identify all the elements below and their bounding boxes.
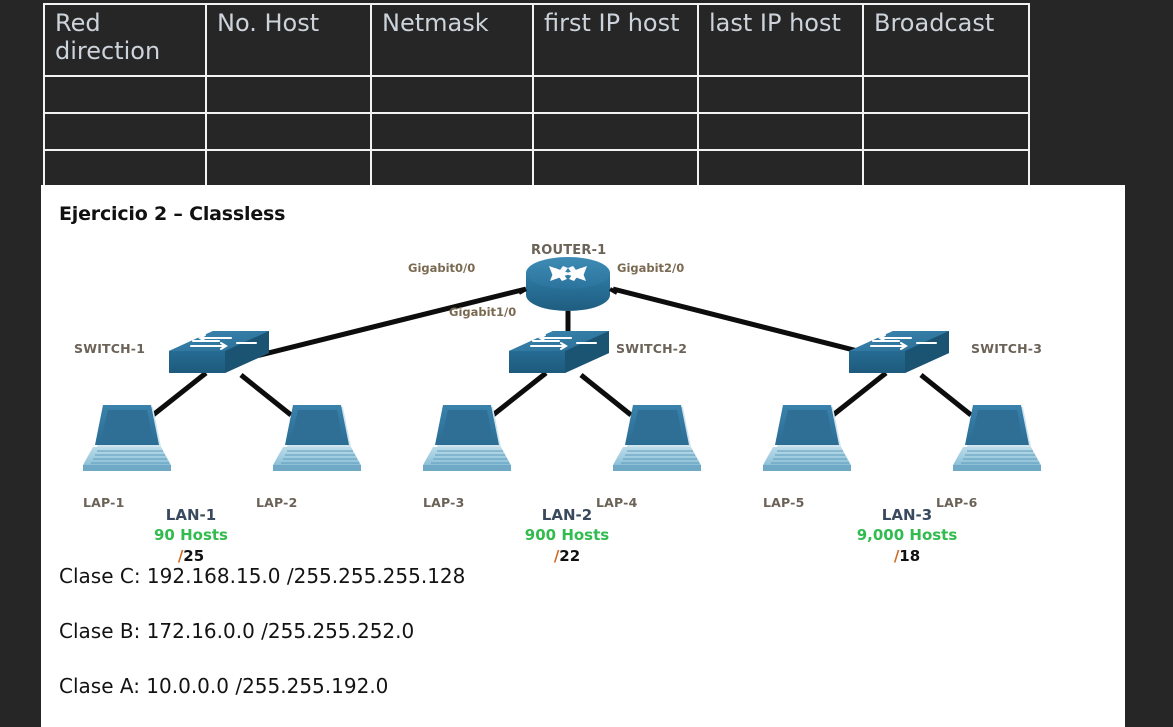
lan-1-hosts: 90 Hosts — [154, 526, 228, 545]
class-lines-group: Clase C: 192.168.15.0 /255.255.255.128 C… — [59, 564, 1059, 727]
table-cell[interactable] — [532, 112, 699, 151]
screenshot-root: Red direction No. Host Netmask first IP … — [0, 0, 1173, 727]
table-cell[interactable] — [205, 112, 372, 151]
lan-3-cidr: /18 — [827, 546, 987, 566]
lan-3-prefix: 18 — [899, 546, 921, 565]
switch-3-icon[interactable] — [849, 331, 949, 373]
lan-1-block: LAN-1 90 Hosts /25 — [111, 505, 271, 566]
lan-1-name: LAN-1 — [165, 506, 217, 524]
page-title: Ejercicio 2 – Classless — [59, 203, 286, 225]
router-1-icon[interactable] — [518, 257, 618, 311]
table-cell[interactable] — [43, 75, 207, 114]
link-switch3-lap5 — [831, 371, 888, 417]
link-router-switch1 — [227, 286, 527, 366]
switch-1-icon[interactable] — [169, 331, 269, 373]
lap-2-icon[interactable] — [273, 405, 361, 471]
lan-1-cidr: /25 — [111, 546, 271, 566]
lan-1-prefix: 25 — [183, 546, 205, 565]
table-header-row: Red direction No. Host Netmask first IP … — [43, 3, 1030, 77]
table-cell[interactable] — [205, 75, 372, 114]
lan-3-name: LAN-3 — [881, 506, 933, 524]
table-header-broadcast: Broadcast — [862, 3, 1030, 77]
lap-5-icon[interactable] — [763, 405, 851, 471]
lap-1-icon[interactable] — [83, 405, 171, 471]
link-switch1-lap2 — [239, 373, 293, 417]
lan-2-cidr: /22 — [487, 546, 647, 566]
network-diagram: ROUTER-1 Gigabit0/0 Gigabit1/0 Gigabit2/… — [41, 233, 1125, 565]
lan-2-block: LAN-2 900 Hosts /22 — [487, 505, 647, 566]
table-cell[interactable] — [532, 149, 699, 188]
table-cell[interactable] — [697, 75, 864, 114]
table-header-netmask: Netmask — [370, 3, 534, 77]
lap-3-icon[interactable] — [423, 405, 511, 471]
link-switch2-lap4 — [579, 373, 633, 417]
lan-3-hosts: 9,000 Hosts — [856, 526, 958, 545]
table-cell[interactable] — [862, 112, 1030, 151]
slide-panel: Ejercicio 2 – Classless ROUTER-1 Gigabit… — [41, 185, 1125, 727]
table-cell[interactable] — [370, 149, 534, 188]
table-cell[interactable] — [862, 149, 1030, 188]
table-cell[interactable] — [370, 75, 534, 114]
lan-2-prefix: 22 — [559, 546, 581, 565]
class-line-a: Clase A: 10.0.0.0 /255.255.192.0 — [59, 674, 389, 698]
switch-2-icon[interactable] — [509, 331, 609, 373]
table-row[interactable] — [43, 149, 1030, 188]
class-line-c: Clase C: 192.168.15.0 /255.255.255.128 — [59, 564, 466, 588]
class-line-b: Clase B: 172.16.0.0 /255.255.252.0 — [59, 619, 415, 643]
table-header-no-host: No. Host — [205, 3, 372, 77]
table-cell[interactable] — [43, 149, 207, 188]
link-switch1-lap1 — [151, 371, 208, 417]
table-header-last-ip-host: last IP host — [697, 3, 864, 77]
table-cell[interactable] — [370, 112, 534, 151]
lap-6-icon[interactable] — [953, 405, 1041, 471]
subnet-table: Red direction No. Host Netmask first IP … — [43, 3, 1030, 188]
table-cell[interactable] — [697, 149, 864, 188]
table-header-first-ip-host: first IP host — [532, 3, 699, 77]
lan-3-block: LAN-3 9,000 Hosts /18 — [827, 505, 987, 566]
table-cell[interactable] — [532, 75, 699, 114]
link-switch2-lap3 — [491, 371, 548, 417]
table-cell[interactable] — [43, 112, 207, 151]
lan-2-name: LAN-2 — [541, 506, 593, 524]
table-row[interactable] — [43, 112, 1030, 151]
link-switch3-lap6 — [919, 373, 973, 417]
table-cell[interactable] — [862, 75, 1030, 114]
table-cell[interactable] — [205, 149, 372, 188]
table-cell[interactable] — [697, 112, 864, 151]
lan-2-hosts: 900 Hosts — [524, 526, 610, 545]
table-header-red-direction: Red direction — [43, 3, 207, 77]
lap-4-icon[interactable] — [613, 405, 701, 471]
table-row[interactable] — [43, 75, 1030, 114]
